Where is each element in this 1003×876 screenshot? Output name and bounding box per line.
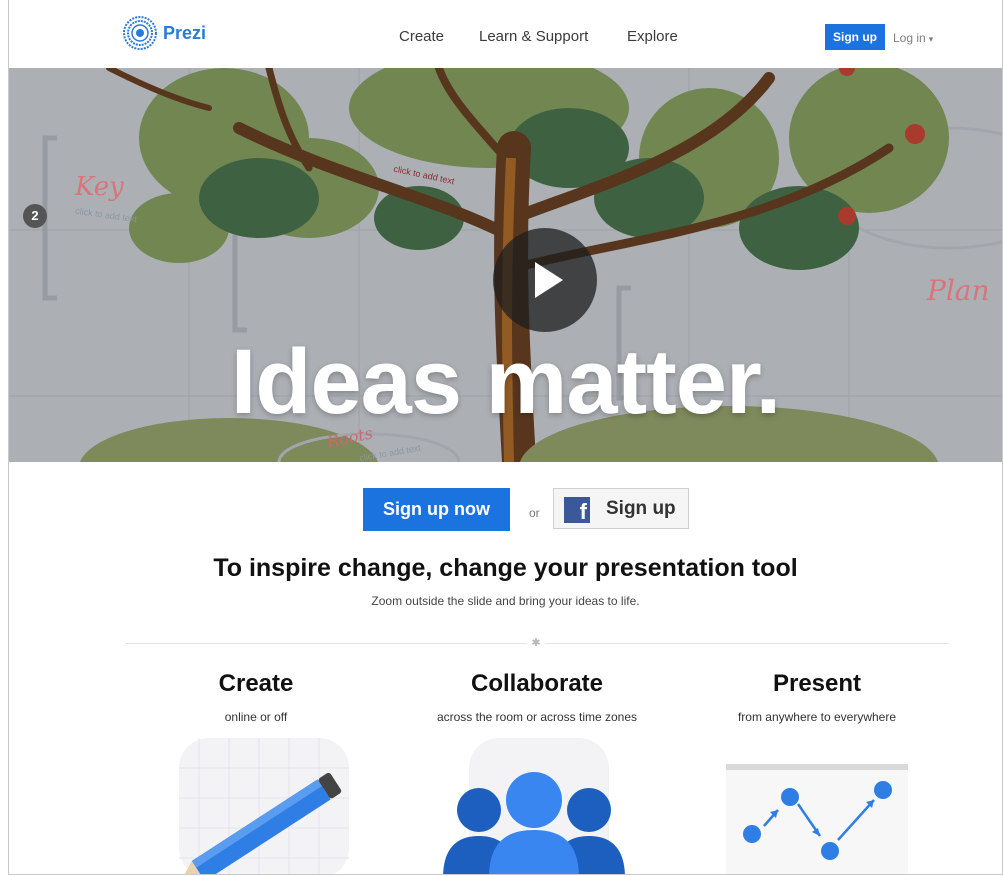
step-badge: 2 bbox=[23, 204, 47, 228]
hero-label-key: Key bbox=[75, 172, 124, 202]
tagline-title: To inspire change, change your presentat… bbox=[213, 554, 798, 582]
feature-subtitle: across the room or across time zones bbox=[436, 710, 638, 724]
feature-create: Create online or off bbox=[126, 670, 386, 724]
browser-frame: Prezi Create Learn & Support Explore Sig… bbox=[8, 0, 1003, 875]
prezi-logo-icon bbox=[123, 16, 157, 50]
login-menu[interactable]: Log in ▾ bbox=[893, 31, 933, 45]
people-icon bbox=[443, 738, 625, 874]
feature-present: Present from anywhere to everywhere bbox=[687, 670, 947, 724]
asterisk-icon: ✱ bbox=[527, 634, 545, 652]
login-label: Log in bbox=[893, 31, 926, 45]
play-icon bbox=[535, 262, 563, 298]
nav-create[interactable]: Create bbox=[399, 28, 444, 45]
feature-title: Present bbox=[772, 670, 862, 697]
logo-text: Prezi bbox=[163, 22, 207, 43]
prezi-logo[interactable]: Prezi bbox=[123, 16, 206, 50]
hero-video[interactable]: 2 Key Plan Roots click to add text click… bbox=[9, 68, 1002, 462]
nav-learn-support[interactable]: Learn & Support bbox=[479, 28, 588, 45]
site-header: Prezi Create Learn & Support Explore Sig… bbox=[9, 0, 1002, 68]
hero-label-plan: Plan bbox=[927, 274, 990, 307]
tagline-subtitle: Zoom outside the slide and bring your id… bbox=[371, 594, 640, 608]
pencil-icon bbox=[179, 738, 349, 874]
nav-explore[interactable]: Explore bbox=[627, 28, 678, 45]
facebook-icon: f bbox=[564, 497, 590, 524]
signup-cta-row: Sign up now or f Sign up bbox=[9, 488, 1002, 532]
facebook-signup-label: Sign up bbox=[606, 498, 676, 519]
or-separator: or bbox=[529, 506, 540, 520]
feature-title: Collaborate bbox=[470, 670, 604, 697]
feature-title: Create bbox=[218, 670, 294, 697]
line-chart-icon bbox=[726, 764, 908, 874]
feature-subtitle: online or off bbox=[224, 710, 288, 724]
facebook-signup-button[interactable]: f Sign up bbox=[553, 488, 689, 529]
header-signup-button[interactable]: Sign up bbox=[825, 24, 885, 50]
signup-now-button[interactable]: Sign up now bbox=[363, 488, 510, 531]
play-video-button[interactable] bbox=[493, 228, 597, 332]
feature-subtitle: from anywhere to everywhere bbox=[737, 710, 897, 724]
feature-collaborate: Collaborate across the room or across ti… bbox=[407, 670, 667, 724]
hero-title: Ideas matter. bbox=[230, 331, 782, 433]
chevron-down-icon: ▾ bbox=[928, 34, 934, 44]
